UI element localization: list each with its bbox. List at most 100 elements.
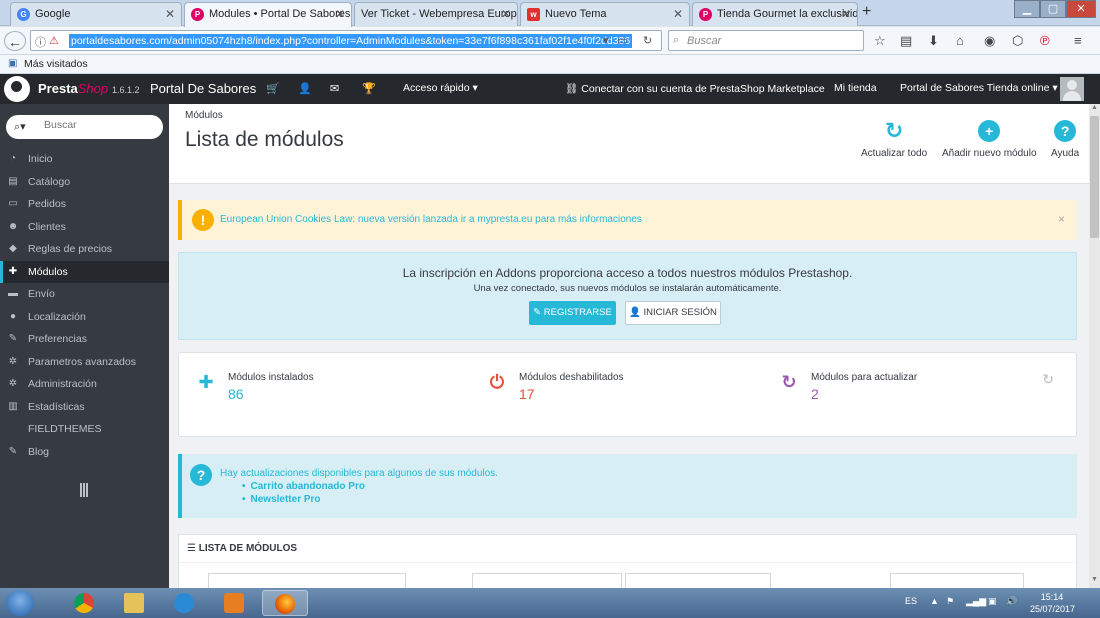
info-icon[interactable]: ⓘ xyxy=(35,34,46,50)
signal-icon[interactable]: ▂▄▆ xyxy=(966,596,986,607)
flag-icon[interactable]: ⚑ xyxy=(946,596,954,607)
browser-search-input[interactable]: ⌕ Buscar xyxy=(668,30,864,51)
envelope-icon[interactable]: ✉ xyxy=(330,82,339,95)
sidebar-item-catalogo[interactable]: ▤ Catálogo xyxy=(0,171,169,193)
close-tab-icon[interactable]: ✕ xyxy=(335,7,345,21)
browser-tab-modules[interactable]: P Modules • Portal De Sabores ✕ xyxy=(184,2,352,27)
sidebar-item-blog[interactable]: ✎ Blog xyxy=(0,441,169,463)
sidebar-item-label: Preferencias xyxy=(28,333,87,345)
close-tab-icon[interactable]: ✕ xyxy=(841,7,851,21)
home-icon[interactable]: ⌂ xyxy=(956,33,964,48)
sort-filter-select[interactable] xyxy=(890,573,1024,588)
reload-icon[interactable]: ↻ xyxy=(643,34,652,47)
back-arrow-icon[interactable]: ← xyxy=(4,31,26,51)
pinterest-icon[interactable]: ℗ xyxy=(1040,33,1050,48)
system-clock[interactable]: 15:14 25/07/2017 xyxy=(1030,591,1075,615)
taskbar-explorer[interactable] xyxy=(112,590,158,616)
sidebar-item-envio[interactable]: ▬ Envío xyxy=(0,283,169,305)
sidebar-search-input[interactable] xyxy=(44,119,154,131)
user-icon: 👤 xyxy=(629,307,641,318)
sidebar-item-label: Administración xyxy=(28,378,97,390)
brand-name[interactable]: PrestaShop xyxy=(38,81,108,96)
sidebar-item-administracion[interactable]: ✲ Administración xyxy=(0,373,169,395)
cart-icon[interactable]: 🛒 xyxy=(266,82,280,95)
sidebar-item-reglas-de-precios[interactable]: ◆ Reglas de precios xyxy=(0,238,169,260)
url-bar[interactable]: ⓘ ⚠ portaldesabores.com/admin05074hzh8/i… xyxy=(30,30,662,51)
scroll-down-icon[interactable]: ▼ xyxy=(1090,576,1099,586)
help-button[interactable]: ? Ayuda xyxy=(1051,120,1079,159)
dropdown-arrow-icon[interactable]: ▾ xyxy=(603,34,609,47)
update-all-button[interactable]: ↻ Actualizar todo xyxy=(861,120,927,160)
quick-access-menu[interactable]: Acceso rápido ▾ xyxy=(403,82,478,94)
employee-menu[interactable]: Portal de Sabores Tienda online ▾ xyxy=(900,82,1058,94)
sidebar-item-label: Inicio xyxy=(28,153,53,165)
sidebar-item-preferencias[interactable]: ✎ Preferencias xyxy=(0,328,169,350)
login-button[interactable]: 👤 INICIAR SESIÓN xyxy=(625,301,721,325)
battery-icon[interactable]: ▣ xyxy=(988,596,997,607)
close-alert-icon[interactable]: × xyxy=(1058,212,1065,226)
scrollbar-thumb[interactable] xyxy=(1090,116,1099,238)
sidebar-item-parametros-avanzados[interactable]: ✲ Parametros avanzados xyxy=(0,351,169,373)
breadcrumb[interactable]: Módulos xyxy=(185,110,223,121)
list-item[interactable]: Carrito abandonado Pro xyxy=(242,481,365,494)
sidebar-item-label: Blog xyxy=(28,445,50,458)
sidebar-item-clientes[interactable]: ☻ Clientes xyxy=(0,216,169,238)
admin-header: PrestaShop 1.6.1.2 Portal De Sabores 🛒 👤… xyxy=(0,74,1100,104)
taskbar-ie[interactable] xyxy=(162,590,208,616)
sidebar-search[interactable]: ⌕▾ xyxy=(6,115,163,139)
new-tab-icon[interactable]: + xyxy=(862,3,871,21)
marketplace-connect-link[interactable]: ⛓ Conectar con su cuenta de PrestaShop M… xyxy=(565,82,825,95)
category-filter-select[interactable] xyxy=(472,573,622,588)
add-module-button[interactable]: + Añadir nuevo módulo xyxy=(942,120,1037,159)
language-indicator[interactable]: ES xyxy=(905,596,917,606)
collapse-menu-icon[interactable] xyxy=(80,483,88,497)
trophy-icon[interactable]: 🏆 xyxy=(362,82,376,95)
cookies-law-link[interactable]: European Union Cookies Law: nueva versió… xyxy=(220,214,642,225)
taskbar-firefox[interactable] xyxy=(262,590,308,616)
user-icon[interactable]: 👤 xyxy=(298,82,312,95)
close-tab-icon[interactable]: ✕ xyxy=(165,7,175,21)
browser-tab-ticket[interactable]: Ver Ticket - Webempresa Europa ✕ xyxy=(354,2,518,26)
list-item[interactable]: Newsletter Pro xyxy=(242,494,365,507)
close-tab-icon[interactable]: ✕ xyxy=(673,7,683,21)
store-name[interactable]: Portal De Sabores xyxy=(150,81,256,96)
minimize-icon[interactable]: ▁ xyxy=(1014,0,1040,18)
url-text[interactable]: portaldesabores.com/admin05074hzh8/index… xyxy=(69,34,633,48)
bookmark-star-icon[interactable]: ☆ xyxy=(874,33,886,49)
search-icon[interactable]: ⌕▾ xyxy=(14,120,26,134)
pocket-icon[interactable]: ◉ xyxy=(984,33,995,49)
sidebar-item-modulos[interactable]: ✚ Módulos xyxy=(0,260,169,283)
taskbar-media-player[interactable] xyxy=(212,590,258,616)
sidebar-item-estadisticas[interactable]: ▥ Estadísticas xyxy=(0,396,169,418)
close-tab-icon[interactable]: ✕ xyxy=(501,7,511,21)
extension-icon[interactable]: ⬡ xyxy=(1012,33,1023,49)
download-icon[interactable]: ⬇ xyxy=(928,33,939,49)
sidebar-item-localizacion[interactable]: ● Localización xyxy=(0,306,169,328)
windows-start-icon[interactable] xyxy=(6,590,34,616)
sidebar-item-inicio[interactable]: ◔ Inicio xyxy=(0,148,169,170)
refresh-stats-icon[interactable]: ↻ xyxy=(1042,371,1054,388)
tray-expand-icon[interactable]: ▲ xyxy=(930,596,939,606)
page-scrollbar[interactable]: ▲ ▼ xyxy=(1089,104,1100,588)
prestashop-logo-icon[interactable] xyxy=(4,76,30,102)
menu-hamburger-icon[interactable]: ≡ xyxy=(1074,33,1082,48)
avatar[interactable] xyxy=(1060,77,1084,101)
scroll-up-icon[interactable]: ▲ xyxy=(1090,104,1099,114)
browser-tab-nuevo-tema[interactable]: w Nuevo Tema ✕ xyxy=(520,2,690,26)
register-button[interactable]: ✎ REGISTRARSE xyxy=(529,301,616,325)
reader-view-icon[interactable]: ▭ xyxy=(617,34,627,47)
maximize-icon[interactable]: ▢ xyxy=(1040,0,1066,18)
module-filter-input[interactable] xyxy=(208,573,406,588)
sidebar-item-pedidos[interactable]: ▭ Pedidos xyxy=(0,193,169,215)
my-store-link[interactable]: Mi tienda xyxy=(834,82,877,94)
browser-tab-tienda-gourmet[interactable]: P Tienda Gourmet la exclusivid ✕ xyxy=(692,2,858,26)
close-window-icon[interactable]: ✕ xyxy=(1066,0,1096,18)
browser-tab-google[interactable]: G Google ✕ xyxy=(10,2,182,26)
insecure-lock-icon[interactable]: ⚠ xyxy=(49,34,59,47)
sidebar-item-fieldthemes[interactable]: FIELDTHEMES xyxy=(0,418,169,440)
bookmark-mas-visitados[interactable]: Más visitados xyxy=(24,58,88,70)
taskbar-chrome[interactable] xyxy=(62,590,108,616)
status-filter-select[interactable] xyxy=(625,573,771,588)
volume-icon[interactable]: 🔊 xyxy=(1006,596,1017,607)
bookmarks-list-icon[interactable]: ▤ xyxy=(900,33,912,49)
